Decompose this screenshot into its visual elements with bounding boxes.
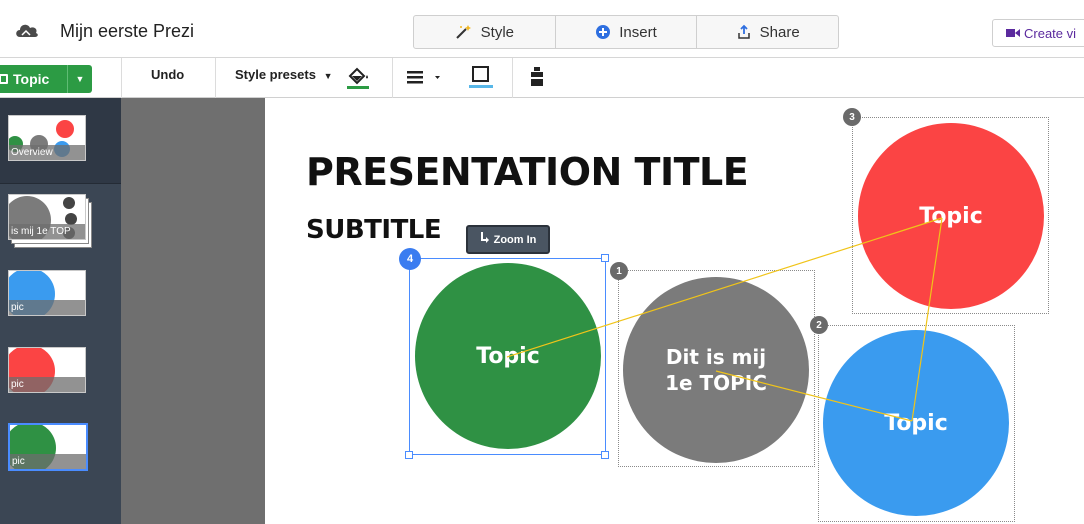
share-upload-icon [736, 24, 752, 40]
topic-dropdown-chevron-icon[interactable]: ▼ [67, 65, 92, 93]
style-presets-dropdown[interactable]: Style presets ▼ [235, 67, 332, 82]
sidebar-item-label: pic [10, 454, 86, 469]
edit-toolbar: Topic ▼ Undo Style presets ▼ [0, 58, 1084, 98]
insert-mode-label: Insert [619, 23, 657, 41]
toolbar-divider [512, 58, 513, 98]
sidebar-item-label: is mij 1e TOP [9, 224, 85, 239]
create-video-button[interactable]: Create vi [992, 19, 1084, 47]
toolbar-divider [121, 58, 122, 98]
resize-handle[interactable] [405, 451, 413, 459]
canvas-background [121, 98, 265, 524]
topic-label: Dit is mij 1e TOPIC [665, 345, 767, 395]
topic-circle-2[interactable]: Topic [823, 330, 1009, 516]
topic-number-badge: 4 [399, 248, 421, 270]
topic-label: Topic [884, 410, 948, 436]
line-weight-icon[interactable] [407, 70, 447, 89]
share-mode-button[interactable]: Share [697, 16, 838, 48]
topic-circle-3[interactable]: Topic [858, 123, 1044, 309]
presentation-subtitle[interactable]: SUBTITLE [306, 215, 442, 245]
style-presets-label: Style presets [235, 67, 316, 82]
topic-label: Topic [476, 343, 540, 369]
zoom-in-button[interactable]: Zoom In [466, 225, 550, 254]
sidebar-item-topic-4[interactable]: pic [8, 423, 88, 471]
resize-handle[interactable] [601, 451, 609, 459]
undo-button[interactable]: Undo [151, 67, 184, 82]
chevron-down-icon: ▼ [323, 71, 333, 81]
prezi-editor: Mijn eerste Prezi Style Insert Share Cre… [0, 0, 1084, 524]
mode-switcher: Style Insert Share [413, 15, 839, 49]
overview-label: Overview [9, 145, 85, 160]
top-bar: Mijn eerste Prezi Style Insert Share Cre… [0, 0, 1084, 58]
toolbar-divider [215, 58, 216, 98]
insert-mode-button[interactable]: Insert [556, 16, 698, 48]
topic-number-badge: 1 [610, 262, 628, 280]
topic-circle-1[interactable]: Dit is mij 1e TOPIC [623, 277, 809, 463]
presentation-title[interactable]: PRESENTATION TITLE [306, 150, 749, 194]
add-topic-button[interactable]: Topic ▼ [0, 65, 92, 93]
fill-color-icon[interactable] [346, 64, 370, 95]
resize-handle[interactable] [601, 254, 609, 262]
plus-circle-icon [595, 24, 611, 40]
sidebar-item-label: pic [9, 300, 85, 315]
sidebar-item-topic-1[interactable]: is mij 1e TOP [8, 194, 86, 240]
sidebar-item-label: pic [9, 377, 85, 392]
style-mode-label: Style [480, 23, 515, 41]
arrow-down-right-icon [480, 232, 490, 247]
layer-order-icon[interactable] [530, 67, 544, 92]
sidebar-item-topic-2[interactable]: pic [8, 270, 86, 316]
share-mode-label: Share [759, 23, 800, 41]
video-camera-icon [1006, 26, 1020, 41]
toolbar-divider [392, 58, 393, 98]
cloud-icon[interactable] [14, 21, 40, 39]
topic-number-badge: 2 [810, 316, 828, 334]
overview-thumbnail[interactable]: Overview [8, 115, 86, 161]
topic-label: Topic [919, 203, 983, 229]
border-color-icon[interactable] [468, 65, 494, 94]
style-mode-button[interactable]: Style [414, 16, 556, 48]
magic-wand-icon [455, 24, 473, 40]
topic-circle-4[interactable]: Topic [415, 263, 601, 449]
zoom-in-label: Zoom In [493, 233, 537, 246]
sidebar-item-topic-3[interactable]: pic [8, 347, 86, 393]
topic-number-badge: 3 [843, 108, 861, 126]
add-topic-label: Topic [13, 71, 50, 87]
document-title[interactable]: Mijn eerste Prezi [60, 21, 194, 42]
topic-frame-icon [0, 74, 8, 84]
create-video-label: Create vi [1024, 25, 1077, 41]
